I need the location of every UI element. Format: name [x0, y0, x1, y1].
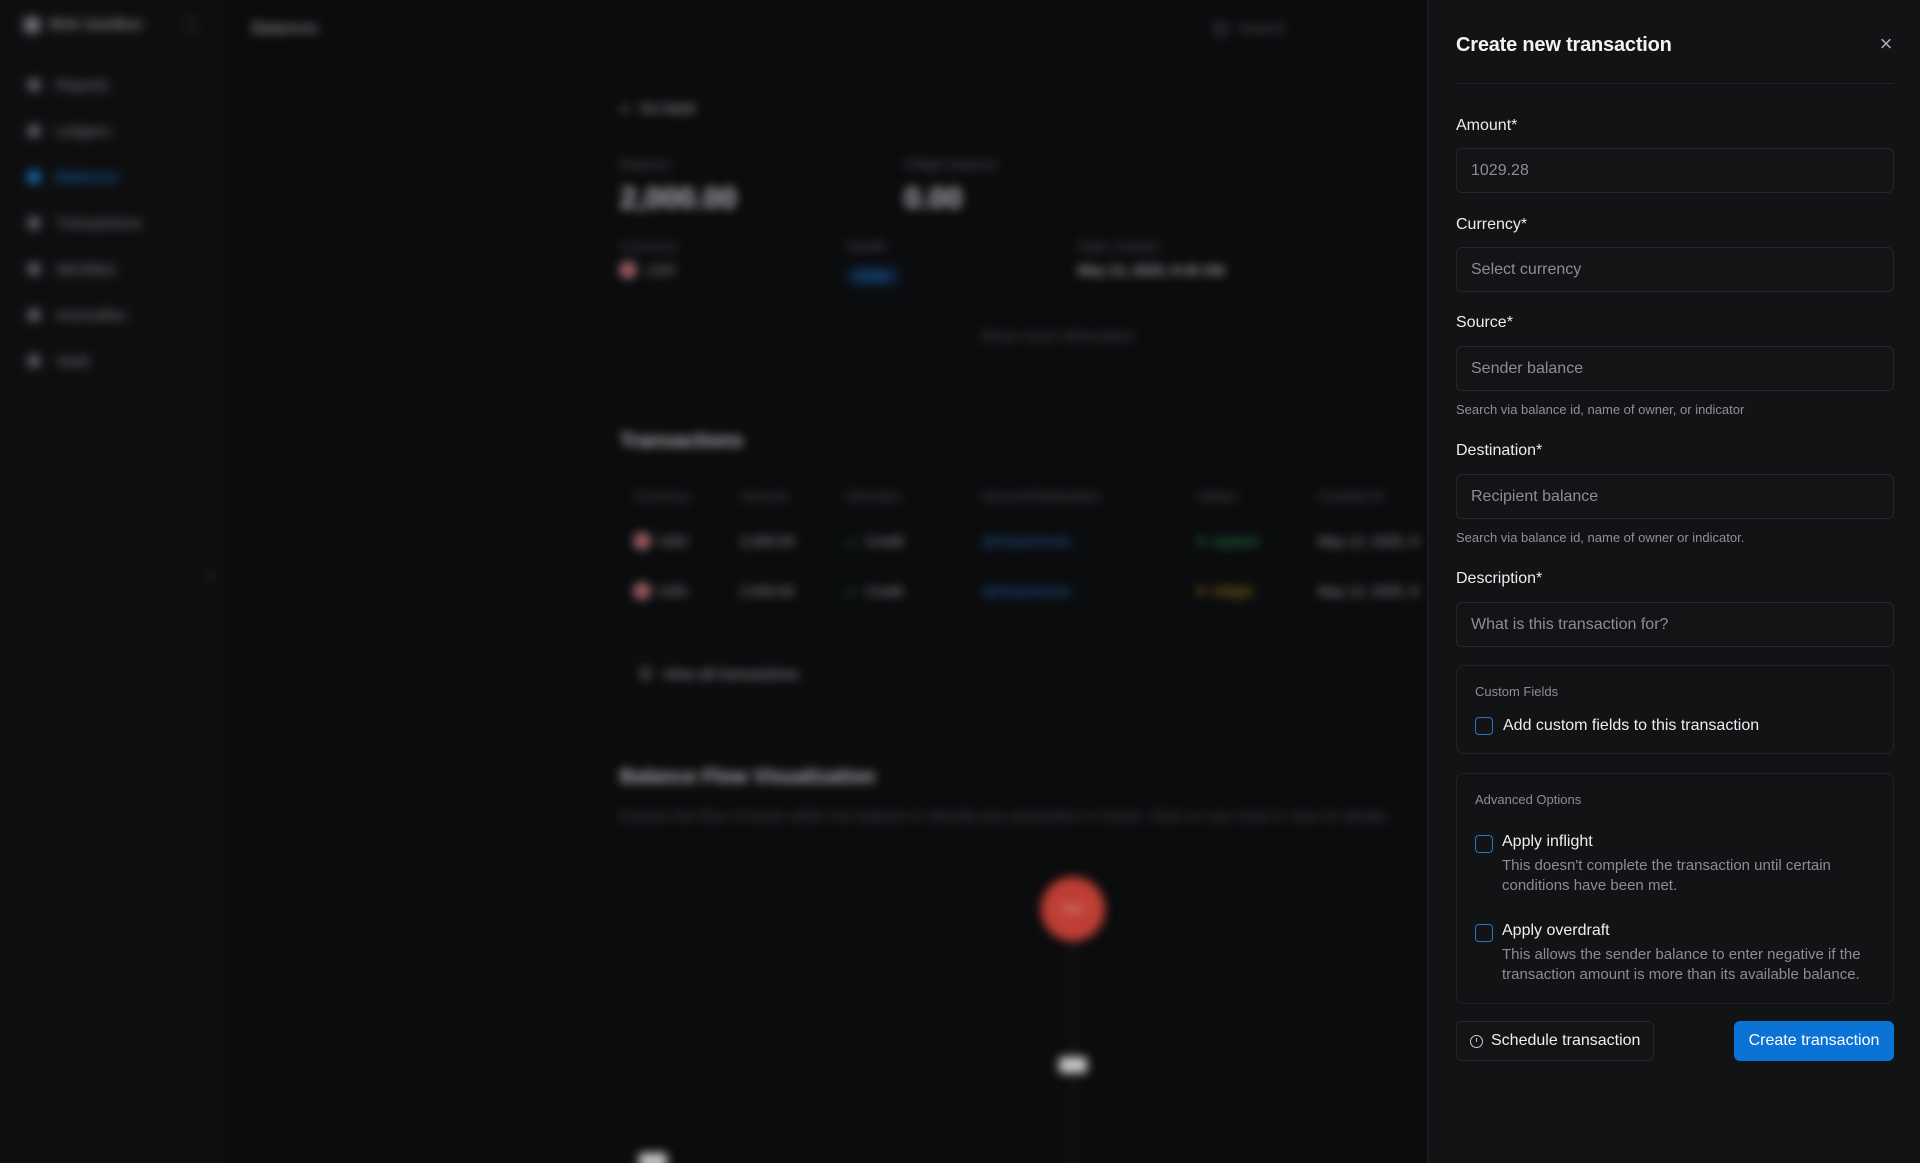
custom-fields-checkbox[interactable] [1475, 717, 1493, 735]
currency-label: Currency* [1456, 216, 1528, 233]
amount-label: Amount* [1456, 117, 1518, 134]
advanced-options-section: Advanced Options Apply inflight This doe… [1456, 773, 1894, 1004]
currency-select[interactable]: Select currency [1456, 247, 1894, 292]
amount-input[interactable]: 1029.28 [1456, 148, 1894, 193]
source-input[interactable]: Sender balance [1456, 346, 1894, 391]
destination-input[interactable]: Recipient balance [1456, 474, 1894, 519]
custom-fields-title: Custom Fields [1475, 684, 1559, 699]
destination-label: Destination* [1456, 442, 1543, 459]
panel-title: Create new transaction [1456, 34, 1672, 56]
apply-overdraft-description: This allows the sender balance to enter … [1502, 946, 1861, 983]
clock-icon [1470, 1034, 1483, 1048]
schedule-label: Schedule transaction [1491, 1032, 1641, 1049]
divider [1456, 83, 1894, 84]
apply-overdraft-checkbox[interactable] [1475, 924, 1493, 942]
apply-inflight-description: This doesn't complete the transaction un… [1502, 857, 1831, 894]
apply-inflight-checkbox[interactable] [1475, 835, 1493, 853]
apply-overdraft-label[interactable]: Apply overdraft [1502, 922, 1610, 940]
advanced-options-title: Advanced Options [1475, 792, 1582, 807]
create-transaction-panel: Create new transaction × Amount* 1029.28… [1427, 0, 1920, 1163]
custom-fields-section: Custom Fields Add custom fields to this … [1456, 665, 1894, 754]
description-input[interactable]: What is this transaction for? [1456, 602, 1894, 647]
source-label: Source* [1456, 314, 1513, 331]
modal-overlay[interactable] [0, 0, 1427, 1163]
description-label: Description* [1456, 570, 1543, 587]
schedule-transaction-button[interactable]: Schedule transaction [1456, 1021, 1655, 1061]
close-icon[interactable]: × [1874, 32, 1898, 56]
create-transaction-button[interactable]: Create transaction [1734, 1021, 1894, 1061]
source-hint: Search via balance id, name of owner, or… [1456, 402, 1745, 417]
apply-inflight-label[interactable]: Apply inflight [1502, 833, 1593, 851]
custom-fields-checkbox-label[interactable]: Add custom fields to this transaction [1503, 717, 1759, 735]
destination-hint: Search via balance id, name of owner or … [1456, 530, 1745, 545]
